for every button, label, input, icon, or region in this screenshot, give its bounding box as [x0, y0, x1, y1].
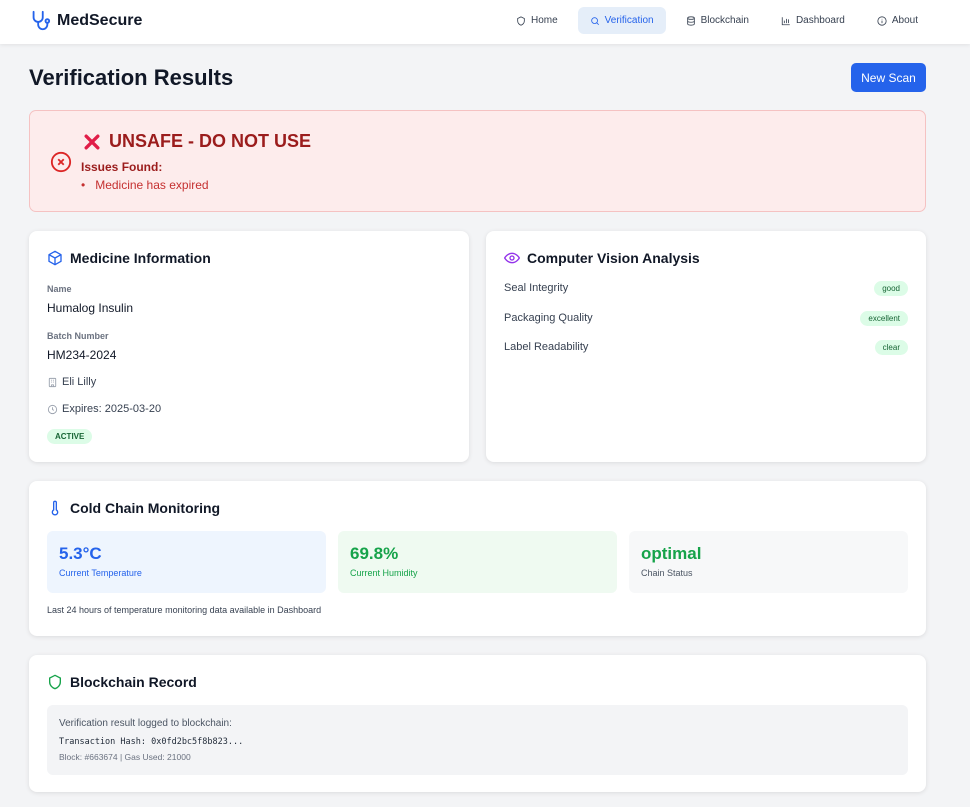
card-title-text: Blockchain Record	[70, 674, 197, 690]
top-navbar: MedSecure Home Verification Blockchain D…	[0, 0, 970, 44]
alert-title-text: UNSAFE - DO NOT USE	[109, 131, 312, 151]
card-title: Medicine Information	[47, 250, 211, 266]
alert-title: UNSAFE - DO NOT USE	[82, 131, 311, 152]
expiry-row: Expires: 2025-03-20	[47, 403, 161, 415]
temperature-value: 5.3°C	[59, 544, 102, 563]
name-label: Name	[47, 284, 72, 294]
monitoring-note: Last 24 hours of temperature monitoring …	[47, 605, 322, 615]
nav-item-label: Home	[530, 15, 558, 26]
card-title: Blockchain Record	[47, 674, 197, 690]
manufacturer: Eli Lilly	[62, 376, 97, 388]
blockchain-log-line: Verification result logged to blockchain…	[59, 718, 232, 729]
card-title: Computer Vision Analysis	[504, 250, 700, 266]
label-readability-badge: clear	[874, 340, 908, 355]
page-title: Verification Results	[29, 65, 234, 90]
search-icon	[590, 16, 599, 25]
batch-label: Batch Number	[47, 331, 109, 341]
package-icon	[48, 250, 62, 266]
nav-item-blockchain[interactable]: Blockchain	[674, 7, 761, 34]
main-nav: Home Verification Blockchain Dashboard A…	[504, 7, 930, 34]
nav-item-label: Dashboard	[795, 15, 845, 26]
card-title: Cold Chain Monitoring	[47, 500, 220, 516]
batch-number: HM234-2024	[47, 348, 117, 362]
packaging-quality-badge: excellent	[860, 311, 908, 326]
shield-icon	[49, 674, 61, 690]
eye-icon	[504, 252, 520, 264]
nav-item-dashboard[interactable]: Dashboard	[769, 7, 857, 34]
new-scan-button[interactable]: New Scan	[851, 63, 926, 92]
issues-label: Issues Found:	[81, 160, 163, 174]
thermometer-icon	[51, 500, 59, 516]
humidity-value: 69.8%	[350, 544, 399, 563]
issue-item: Medicine has expired	[81, 178, 208, 192]
clock-icon	[47, 404, 58, 414]
issues-list: Medicine has expired	[81, 178, 208, 192]
temperature-stat: 5.3°C Current Temperature	[47, 531, 326, 593]
chain-status-label: Chain Status	[641, 568, 693, 578]
medicine-name: Humalog Insulin	[47, 301, 134, 315]
computer-vision-card: Computer Vision Analysis Seal Integrity …	[486, 231, 926, 462]
card-title-text: Computer Vision Analysis	[527, 250, 700, 266]
stethoscope-icon	[32, 10, 51, 31]
nav-item-verification[interactable]: Verification	[577, 7, 666, 34]
status-badge: ACTIVE	[47, 429, 93, 444]
medicine-info-card: Medicine Information Name Humalog Insuli…	[29, 231, 469, 462]
unsafe-alert: UNSAFE - DO NOT USE Issues Found: Medici…	[29, 110, 926, 212]
nav-item-label: Verification	[604, 15, 654, 26]
chain-status-stat: optimal Chain Status	[629, 531, 908, 593]
humidity-stat: 69.8% Current Humidity	[338, 531, 617, 593]
database-icon	[686, 15, 695, 26]
manufacturer-row: Eli Lilly	[47, 376, 96, 388]
card-title-text: Medicine Information	[70, 250, 211, 266]
expiry-date: Expires: 2025-03-20	[62, 403, 162, 415]
bar-chart-icon	[781, 16, 790, 25]
humidity-label: Current Humidity	[350, 568, 418, 578]
blockchain-log-box: Verification result logged to blockchain…	[47, 705, 908, 775]
label-readability-label: Label Readability	[504, 341, 589, 353]
blockchain-record-card: Blockchain Record Verification result lo…	[29, 655, 926, 792]
temperature-label: Current Temperature	[59, 568, 142, 578]
cold-chain-card: Cold Chain Monitoring 5.3°C Current Temp…	[29, 481, 926, 636]
packaging-quality-label: Packaging Quality	[504, 312, 593, 324]
info-icon	[877, 15, 887, 26]
seal-integrity-label: Seal Integrity	[504, 282, 569, 294]
nav-item-home[interactable]: Home	[504, 7, 570, 34]
chain-status-value: optimal	[641, 544, 702, 563]
x-circle-icon	[50, 151, 72, 173]
cross-mark-icon	[84, 134, 100, 149]
card-title-text: Cold Chain Monitoring	[70, 500, 221, 516]
shield-icon	[517, 15, 525, 26]
seal-integrity-badge: good	[874, 281, 908, 296]
building-icon	[48, 377, 57, 387]
block-info: Block: #663674 | Gas Used: 21000	[59, 752, 191, 762]
nav-item-label: About	[891, 15, 918, 26]
nav-item-label: Blockchain	[700, 15, 749, 26]
brand-name: MedSecure	[57, 12, 143, 29]
brand[interactable]: MedSecure	[29, 9, 142, 33]
transaction-hash[interactable]: Transaction Hash: 0x0fd2bc5f8b823...	[59, 737, 243, 747]
nav-item-about[interactable]: About	[865, 7, 930, 34]
